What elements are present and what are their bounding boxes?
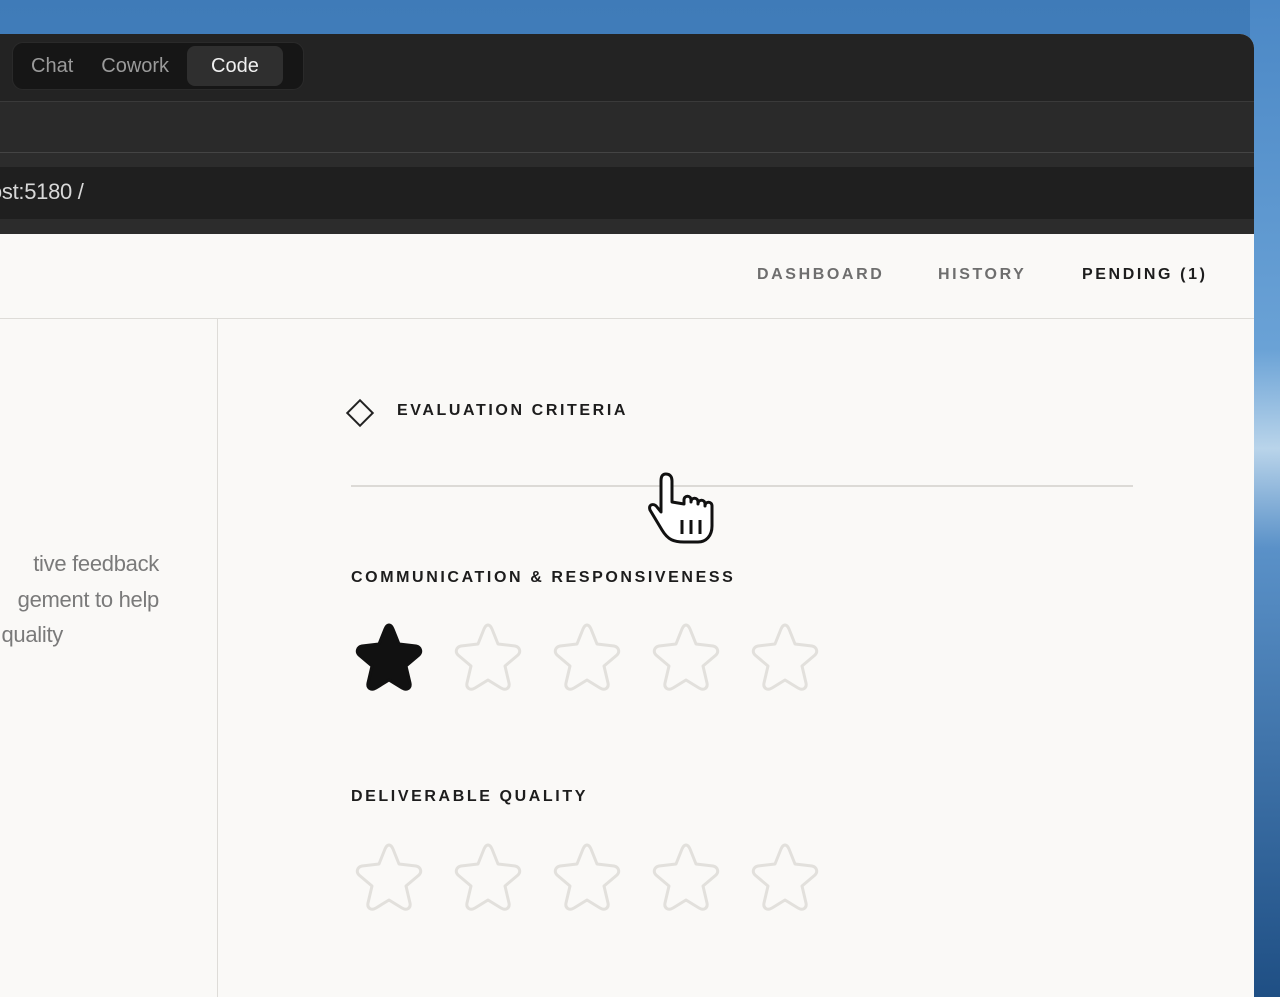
rating-communication	[348, 619, 843, 701]
left-text-line: gement to help	[17, 587, 160, 612]
desktop-background	[1250, 0, 1280, 997]
app-window: Chat Cowork Code host:5180 / DASHBOARD H…	[0, 34, 1254, 997]
mode-switcher: Chat Cowork Code	[12, 42, 304, 90]
star-1-empty-icon[interactable]	[348, 839, 447, 921]
tab-strip	[0, 101, 1254, 153]
tab-code[interactable]: Code	[187, 46, 283, 86]
url-field[interactable]: host:5180 /	[0, 167, 1254, 219]
evaluation-header: EVALUATION CRITERIA	[345, 398, 1133, 429]
nav-dashboard[interactable]: DASHBOARD	[757, 266, 884, 284]
left-text-line: quality	[1, 622, 64, 647]
tab-chat[interactable]: Chat	[17, 46, 87, 86]
star-4-empty-icon[interactable]	[645, 619, 744, 701]
tab-cowork[interactable]: Cowork	[87, 46, 183, 86]
star-1-filled-icon[interactable]	[348, 619, 447, 701]
star-5-empty-icon[interactable]	[744, 839, 843, 921]
section-title: EVALUATION CRITERIA	[397, 402, 629, 419]
top-nav: DASHBOARD HISTORY PENDING (1)	[0, 234, 1254, 319]
star-2-empty-icon[interactable]	[447, 839, 546, 921]
star-2-empty-icon[interactable]	[447, 619, 546, 701]
web-page: DASHBOARD HISTORY PENDING (1) tive feedb…	[0, 234, 1254, 997]
star-5-empty-icon[interactable]	[744, 619, 843, 701]
criterion-label-communication: COMMUNICATION & RESPONSIVENESS	[351, 569, 736, 586]
criterion-label-deliverable-quality: DELIVERABLE QUALITY	[351, 788, 588, 805]
title-bar: Chat Cowork Code	[0, 34, 1254, 101]
star-3-empty-icon[interactable]	[546, 839, 645, 921]
star-4-empty-icon[interactable]	[645, 839, 744, 921]
rating-deliverable-quality	[348, 839, 843, 921]
left-panel: tive feedback gement to help quality	[0, 319, 218, 997]
hand-pointer-cursor	[648, 472, 714, 544]
divider	[351, 485, 1133, 487]
star-3-empty-icon[interactable]	[546, 619, 645, 701]
nav-history[interactable]: HISTORY	[938, 266, 1026, 284]
url-text: host:5180 /	[0, 179, 84, 204]
diamond-icon	[345, 398, 375, 428]
nav-pending[interactable]: PENDING (1)	[1082, 266, 1208, 284]
address-bar: host:5180 /	[0, 153, 1254, 234]
left-text-line: tive feedback	[33, 551, 159, 576]
